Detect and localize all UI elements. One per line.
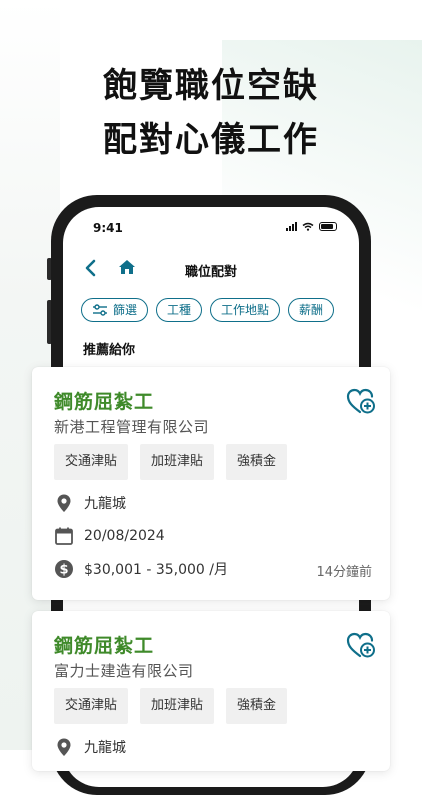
benefit-tags: 交通津貼 加班津貼 強積金 <box>54 688 288 724</box>
benefit-tags: 交通津貼 加班津貼 強積金 <box>54 444 288 480</box>
benefit-tag: 加班津貼 <box>140 688 215 724</box>
salary-row: $ $30,001 - 35,000 /月 <box>54 559 228 579</box>
date-row: 20/08/2024 <box>54 526 165 546</box>
filter-chips: 篩選 工種 工作地點 薪酬 <box>81 298 335 322</box>
location-row: 九龍城 <box>54 493 126 513</box>
job-type-chip[interactable]: 工種 <box>156 298 203 322</box>
location-text: 九龍城 <box>84 740 126 756</box>
headline-line-1: 飽覽職位空缺 <box>103 66 319 106</box>
benefit-tag: 強積金 <box>226 444 288 480</box>
battery-icon <box>319 221 337 231</box>
status-icons <box>286 221 337 231</box>
benefit-tag: 加班津貼 <box>140 444 215 480</box>
filter-chip-label: 篩選 <box>113 303 138 317</box>
posted-time: 14分鐘前 <box>316 565 372 580</box>
location-chip[interactable]: 工作地點 <box>210 298 281 322</box>
location-text: 九龍城 <box>84 496 126 512</box>
benefit-tag: 交通津貼 <box>54 688 129 724</box>
headline-line-2: 配對心儀工作 <box>103 120 319 160</box>
benefit-tag: 強積金 <box>226 688 288 724</box>
wifi-icon <box>302 222 314 231</box>
filter-icon <box>93 304 107 316</box>
benefit-tag: 交通津貼 <box>54 444 129 480</box>
page-title: 職位配對 <box>184 265 237 280</box>
filter-chip[interactable]: 篩選 <box>81 298 149 322</box>
signal-icon <box>286 221 297 231</box>
company-name: 富力士建造有限公司 <box>54 662 194 680</box>
svg-text:$: $ <box>59 563 68 578</box>
favorite-add-icon[interactable] <box>346 631 376 659</box>
salary-text: $30,001 - 35,000 /月 <box>84 562 228 578</box>
favorite-add-icon[interactable] <box>346 387 376 415</box>
date-text: 20/08/2024 <box>84 528 165 544</box>
section-title: 推薦給你 <box>83 343 136 358</box>
salary-chip-label: 薪酬 <box>299 303 324 317</box>
location-row: 九龍城 <box>54 737 126 757</box>
location-pin-icon <box>57 494 71 512</box>
job-type-chip-label: 工種 <box>167 303 192 317</box>
company-name: 新港工程管理有限公司 <box>54 418 210 436</box>
location-pin-icon <box>57 738 71 756</box>
calendar-icon <box>55 527 73 545</box>
job-title: 鋼筋屈紮工 <box>54 391 155 413</box>
dollar-icon: $ <box>55 560 73 578</box>
location-chip-label: 工作地點 <box>221 303 270 317</box>
job-title: 鋼筋屈紮工 <box>54 635 155 657</box>
job-card[interactable]: 鋼筋屈紮工 富力士建造有限公司 交通津貼 加班津貼 強積金 九龍城 <box>32 611 390 771</box>
status-time: 9:41 <box>93 221 123 235</box>
salary-chip[interactable]: 薪酬 <box>288 298 335 322</box>
job-card[interactable]: 鋼筋屈紮工 新港工程管理有限公司 交通津貼 加班津貼 強積金 九龍城 20/08… <box>32 367 390 600</box>
